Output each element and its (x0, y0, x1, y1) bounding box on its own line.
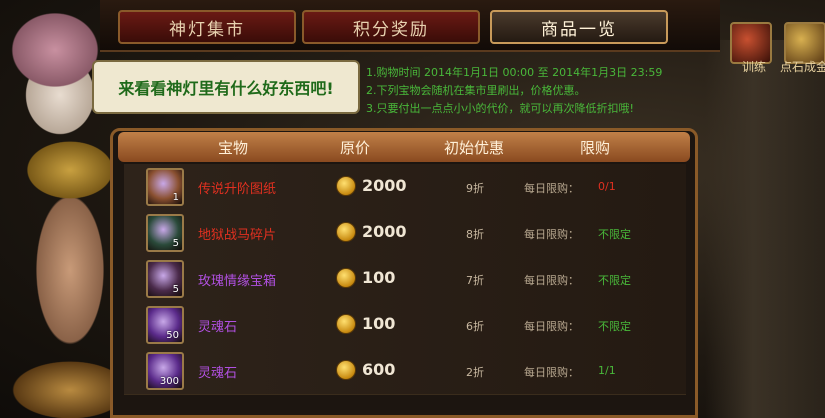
coin-icon (336, 268, 356, 288)
event-info: 1.购物时间 2014年1月1日 00:00 至 2014年1月3日 23:59… (366, 64, 766, 118)
limit-value: 不限定 (598, 320, 631, 333)
item-name: 玫瑰情缘宝箱 (198, 274, 277, 289)
limit-label: 每日限购： (524, 320, 579, 333)
npc-speech-bubble: 来看看神灯里有什么好东西吧! (92, 60, 360, 114)
soul-stone-icon[interactable]: 300 (146, 352, 184, 390)
header-limit: 限购 (580, 139, 611, 157)
item-price: 600 (362, 360, 396, 379)
treasure-chest-icon[interactable]: 5 (146, 260, 184, 298)
tab-product-list[interactable]: 商品一览 (490, 10, 668, 44)
info-line-2: 2.下列宝物会随机在集市里刷出，价格优惠。 (366, 84, 586, 97)
item-price: 2000 (362, 222, 407, 241)
item-price: 2000 (362, 176, 407, 195)
product-row[interactable]: 300 灵魂石 600 2折 每日限购： 1/1 (124, 348, 686, 395)
item-count: 1 (172, 192, 179, 203)
item-discount: 2折 (466, 366, 484, 379)
item-name: 灵魂石 (198, 366, 238, 381)
limit-label: 每日限购： (524, 274, 579, 287)
limit-label: 每日限购： (524, 366, 579, 379)
limit-value: 0/1 (598, 180, 616, 193)
item-count: 50 (166, 330, 179, 341)
item-discount: 6折 (466, 320, 484, 333)
limit-value: 不限定 (598, 228, 631, 241)
item-discount: 7折 (466, 274, 484, 287)
limit-label: 每日限购： (524, 228, 579, 241)
item-name: 地狱战马碎片 (198, 228, 277, 243)
item-count: 5 (172, 284, 179, 295)
limit-value: 1/1 (598, 364, 616, 377)
scroll-icon[interactable]: 1 (146, 168, 184, 206)
header-discount: 初始优惠 (444, 139, 505, 157)
info-line-1: 1.购物时间 2014年1月1日 00:00 至 2014年1月3日 23:59 (366, 66, 663, 79)
info-line-3: 3.只要付出一点点小小的代价，就可以再次降低折扣哦! (366, 102, 634, 115)
header-treasure: 宝物 (218, 139, 249, 157)
skill-label-2: 点石成金 (780, 60, 825, 74)
coin-icon (336, 222, 356, 242)
header-price: 原价 (340, 139, 371, 157)
product-row[interactable]: 5 玫瑰情缘宝箱 100 7折 每日限购： 不限定 (124, 256, 686, 303)
limit-label: 每日限购： (524, 182, 579, 195)
item-count: 5 (172, 238, 179, 249)
item-discount: 9折 (466, 182, 484, 195)
coin-icon (336, 360, 356, 380)
product-row[interactable]: 1 传说升阶图纸 2000 9折 每日限购： 0/1 (124, 164, 686, 211)
product-row[interactable]: 50 灵魂石 100 6折 每日限购： 不限定 (124, 302, 686, 349)
table-header: 宝物 原价 初始优惠 限购 (118, 132, 690, 162)
item-price: 100 (362, 268, 396, 287)
limit-value: 不限定 (598, 274, 631, 287)
coin-icon (336, 176, 356, 196)
item-name: 传说升阶图纸 (198, 182, 277, 197)
item-discount: 8折 (466, 228, 484, 241)
coin-icon (336, 314, 356, 334)
tab-bar: 神灯集市 积分奖励 商品一览 (100, 0, 720, 52)
item-name: 灵魂石 (198, 320, 238, 335)
tab-points-reward[interactable]: 积分奖励 (302, 10, 480, 44)
soul-stone-icon[interactable]: 50 (146, 306, 184, 344)
item-count: 300 (159, 376, 179, 387)
product-row[interactable]: 5 地狱战马碎片 2000 8折 每日限购： 不限定 (124, 210, 686, 257)
warhorse-fragment-icon[interactable]: 5 (146, 214, 184, 252)
item-price: 100 (362, 314, 396, 333)
